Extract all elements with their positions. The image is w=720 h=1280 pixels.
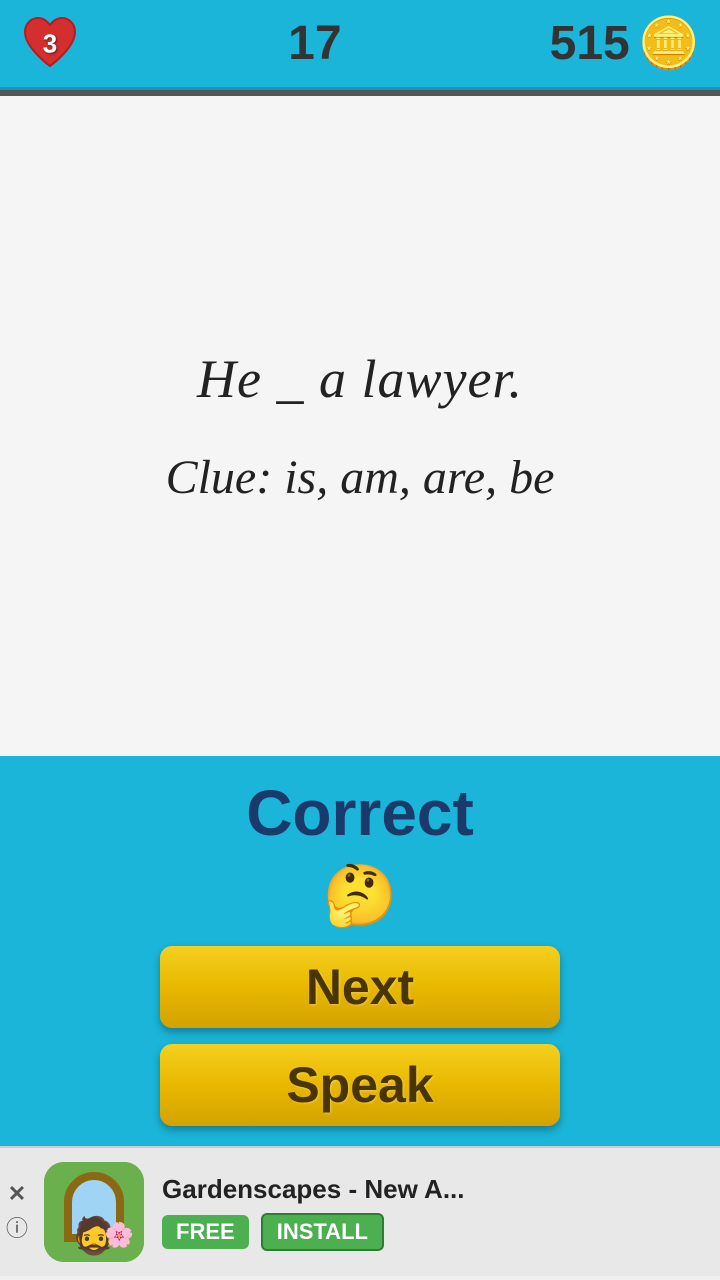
coin-icon: 🪙 [638, 14, 700, 73]
result-emoji: 🤔 [323, 866, 398, 926]
clue-text: Clue: is, am, are, be [166, 450, 555, 505]
ad-title: Gardenscapes - New A... [162, 1174, 712, 1205]
level-display: 17 [288, 16, 341, 71]
ad-badges: FREE INSTALL [162, 1213, 712, 1251]
next-button[interactable]: Next [160, 946, 560, 1028]
question-sentence: He _ a lawyer. [197, 348, 523, 410]
game-header: 3 17 515 🪙 [0, 0, 720, 90]
ad-banner: ✕ ⓘ 🧔 🌸 Gardenscapes - New A... FREE INS… [0, 1146, 720, 1276]
speak-button[interactable]: Speak [160, 1044, 560, 1126]
result-status-label: Correct [246, 776, 474, 850]
question-area: He _ a lawyer. Clue: is, am, are, be [0, 96, 720, 756]
coins-count: 515 [550, 16, 630, 71]
lives-display: 3 [20, 14, 80, 74]
flower-icon: 🌸 [104, 1221, 134, 1250]
gardenscapes-icon: 🧔 🌸 [44, 1162, 144, 1262]
ad-game-icon: 🧔 🌸 [44, 1162, 144, 1262]
coins-display: 515 🪙 [550, 14, 700, 73]
ad-info-button[interactable]: ⓘ [6, 1211, 28, 1243]
heart-container: 3 [20, 14, 80, 74]
ad-install-button[interactable]: INSTALL [261, 1213, 384, 1251]
lives-count: 3 [43, 28, 57, 59]
ad-free-badge: FREE [162, 1215, 249, 1249]
ad-close-button[interactable]: ✕ [8, 1181, 26, 1207]
ad-text-area: Gardenscapes - New A... FREE INSTALL [154, 1166, 720, 1259]
ad-close-area: ✕ ⓘ [0, 1173, 34, 1251]
result-panel: Correct 🤔 Next Speak [0, 756, 720, 1146]
